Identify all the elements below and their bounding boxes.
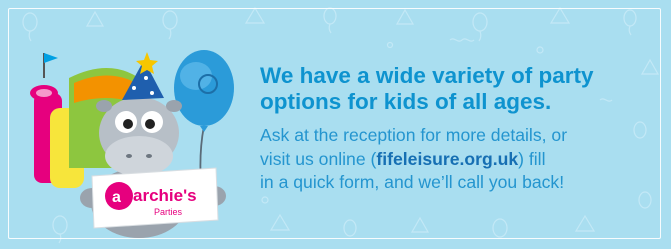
archies-parties-logo: a archie's Parties: [91, 167, 219, 229]
svg-text:a: a: [112, 189, 121, 206]
body-line-2-suffix: ) fill: [518, 148, 546, 169]
promo-headline: We have a wide variety of party options …: [260, 63, 660, 115]
body-line-3: in a quick form, and we’ll call you back…: [260, 172, 565, 192]
logo-wordmark: archie's: [133, 186, 197, 205]
headline-line-1: We have a wide variety of party: [260, 63, 594, 88]
body-line-2-prefix: visit us online (: [260, 148, 377, 169]
party-promo-banner: a archie's Parties We have a wide variet…: [0, 0, 671, 249]
archie-parties-mascot: a archie's Parties: [30, 50, 234, 238]
promo-body: Ask at the reception for more details, o…: [260, 124, 660, 195]
headline-line-2: options for kids of all ages.: [260, 89, 552, 114]
body-line-1: Ask at the reception for more details, o…: [260, 125, 568, 145]
fifeleisure-link[interactable]: fifeleisure.org.uk: [376, 149, 518, 169]
logo-subtitle: Parties: [154, 207, 183, 217]
